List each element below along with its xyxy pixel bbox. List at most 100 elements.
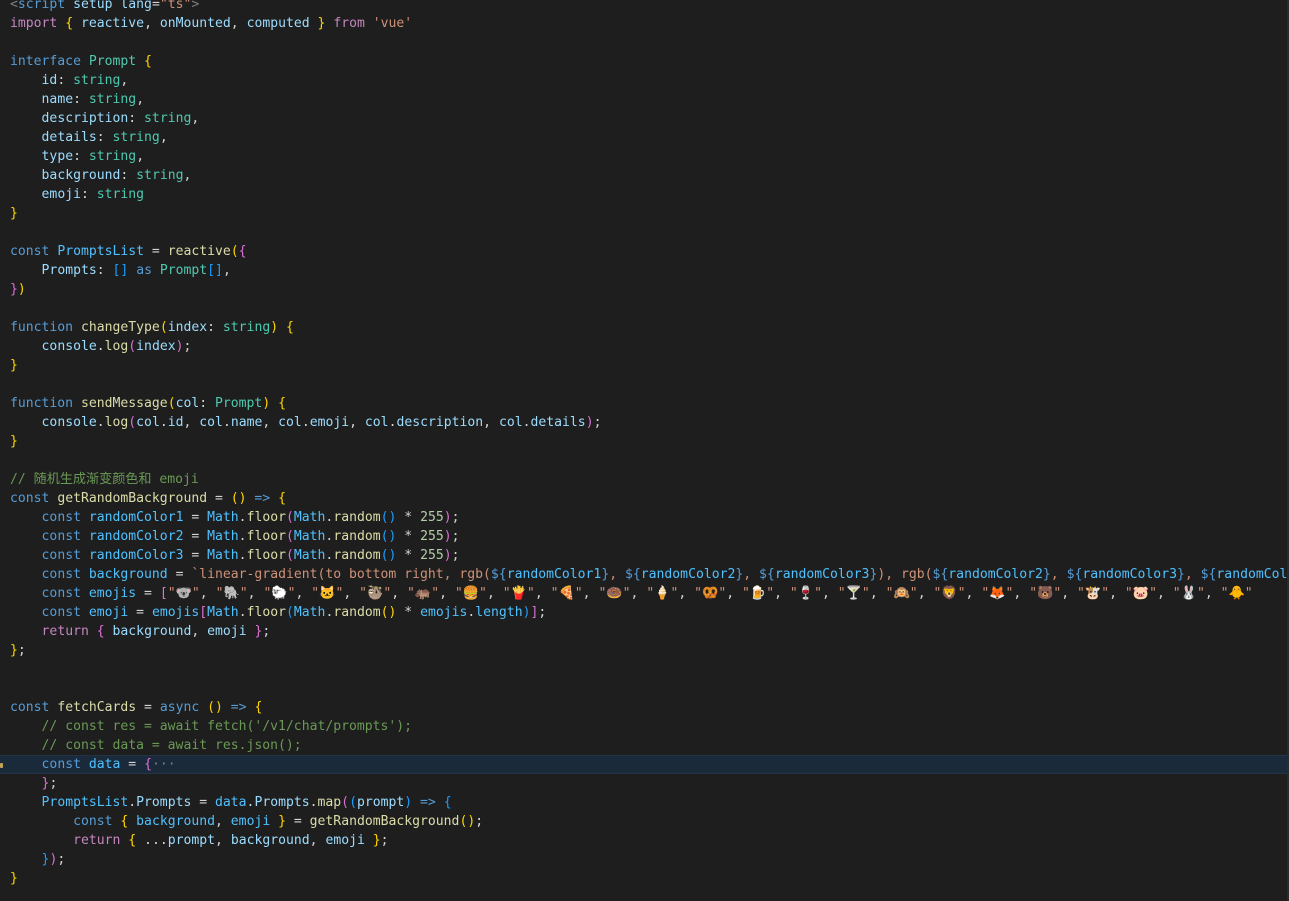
code-token: () [207,700,223,715]
code-line[interactable]: ​ [0,223,1289,242]
code-token: . [96,415,105,430]
code-line[interactable]: const fetchCards = async () => { [0,698,1289,717]
code-line[interactable]: const randomColor1 = Math.floor(Math.ran… [0,508,1289,527]
code-line[interactable]: const { background, emoji } = getRandomB… [0,812,1289,831]
code-token: ( [286,605,294,620]
code-line[interactable]: function changeType(index: string) { [0,318,1289,337]
code-line[interactable]: }); [0,850,1289,869]
code-line[interactable]: ​ [0,33,1289,52]
code-line[interactable]: Prompts: [] as Prompt[], [0,261,1289,280]
code-token: . [238,529,247,544]
code-line[interactable]: background: string, [0,166,1289,185]
code-line[interactable]: // 随机生成渐变颜色和 emoji [0,470,1289,489]
code-token: , [1156,586,1173,601]
code-token: ; [451,529,460,544]
code-token: } [10,206,18,221]
code-line[interactable]: type: string, [0,147,1289,166]
code-line[interactable]: } [0,869,1289,888]
code-line[interactable]: ​ [0,375,1289,394]
fold-indicator-icon[interactable] [0,763,3,768]
code-token: Prompt [215,396,263,411]
code-line[interactable]: // const data = await res.json(); [0,736,1289,755]
code-line[interactable]: const emoji = emojis[Math.floor(Math.ran… [0,603,1289,622]
code-line[interactable]: const emojis = ["🐨", "🐘", "🐑", "🐱", "🦥",… [0,584,1289,603]
code-line[interactable]: ​ [0,299,1289,318]
code-token: ; [49,776,58,791]
code-line[interactable]: ​ [0,451,1289,470]
code-token: sendMessage [80,396,168,411]
code-token: col [175,396,200,411]
code-line[interactable]: }) [0,280,1289,299]
code-line[interactable]: const randomColor2 = Math.floor(Math.ran… [0,527,1289,546]
code-editor[interactable]: <script setup lang="ts"> import { reactiv… [0,0,1289,901]
code-token: emoji [207,624,247,639]
code-token: => [254,491,271,506]
code-line[interactable]: ​ [0,660,1289,679]
code-line[interactable]: ​ [0,679,1289,698]
code-token: , [199,586,216,601]
code-token: ( [341,795,350,810]
code-token: Math [207,529,239,544]
code-token: log [104,415,129,430]
code-line[interactable]: console.log(col.id, col.name, col.emoji,… [0,413,1289,432]
code-token: } [10,282,18,297]
code-line[interactable]: interface Prompt { [0,52,1289,71]
code-token: const [41,567,81,582]
code-line[interactable]: details: string, [0,128,1289,147]
code-line[interactable]: const data = {··· [0,755,1289,774]
code-line[interactable]: } [0,356,1289,375]
code-line[interactable]: }; [0,774,1289,793]
code-token: async [159,700,200,715]
code-token: function [10,320,74,335]
code-token: } [372,833,381,848]
code-token: , [349,415,365,430]
code-token: () [380,605,397,620]
code-token: const [10,700,50,715]
code-token: onMounted [159,16,231,31]
code-line[interactable]: <script setup lang="ts"> [0,0,1289,14]
code-line[interactable]: } [0,432,1289,451]
code-token: < [10,0,18,12]
code-line[interactable]: import { reactive, onMounted, computed }… [0,14,1289,33]
code-line[interactable]: description: string, [0,109,1289,128]
code-token: ( [128,415,137,430]
code-line[interactable]: const randomColor3 = Math.floor(Math.ran… [0,546,1289,565]
code-token: "🦁" [933,586,966,601]
code-token: string [88,149,137,164]
code-token: string [96,187,145,202]
code-line[interactable]: } [0,204,1289,223]
code-line[interactable]: const PromptsList = reactive({ [0,242,1289,261]
code-token: ${ [490,567,507,582]
code-token: details [41,130,97,145]
code-line[interactable]: const background = `linear-gradient(to b… [0,565,1289,584]
code-token: fetchCards [57,700,137,715]
code-token: = [144,244,168,259]
code-token: "🙉" [885,586,918,601]
code-token: "🥨" [694,586,727,601]
code-line[interactable]: return { ...prompt, background, emoji }; [0,831,1289,850]
code-token: , [144,16,160,31]
code-token: ) [270,320,279,335]
code-token: { [278,491,286,506]
code-line[interactable]: // const res = await fetch('/v1/chat/pro… [0,717,1289,736]
code-line[interactable]: name: string, [0,90,1289,109]
code-line[interactable]: function sendMessage(col: Prompt) { [0,394,1289,413]
code-line[interactable]: const getRandomBackground = () => { [0,489,1289,508]
code-line[interactable]: emoji: string [0,185,1289,204]
code-line[interactable]: PromptsList.Prompts = data.Prompts.map((… [0,793,1289,812]
code-line[interactable]: }; [0,641,1289,660]
code-line[interactable]: return { background, emoji }; [0,622,1289,641]
code-line[interactable]: id: string, [0,71,1289,90]
code-token: ( [230,244,239,259]
code-token: Math [293,529,326,544]
code-token: ) [404,795,413,810]
code-line[interactable]: console.log(index); [0,337,1289,356]
code-token: , [534,586,551,601]
